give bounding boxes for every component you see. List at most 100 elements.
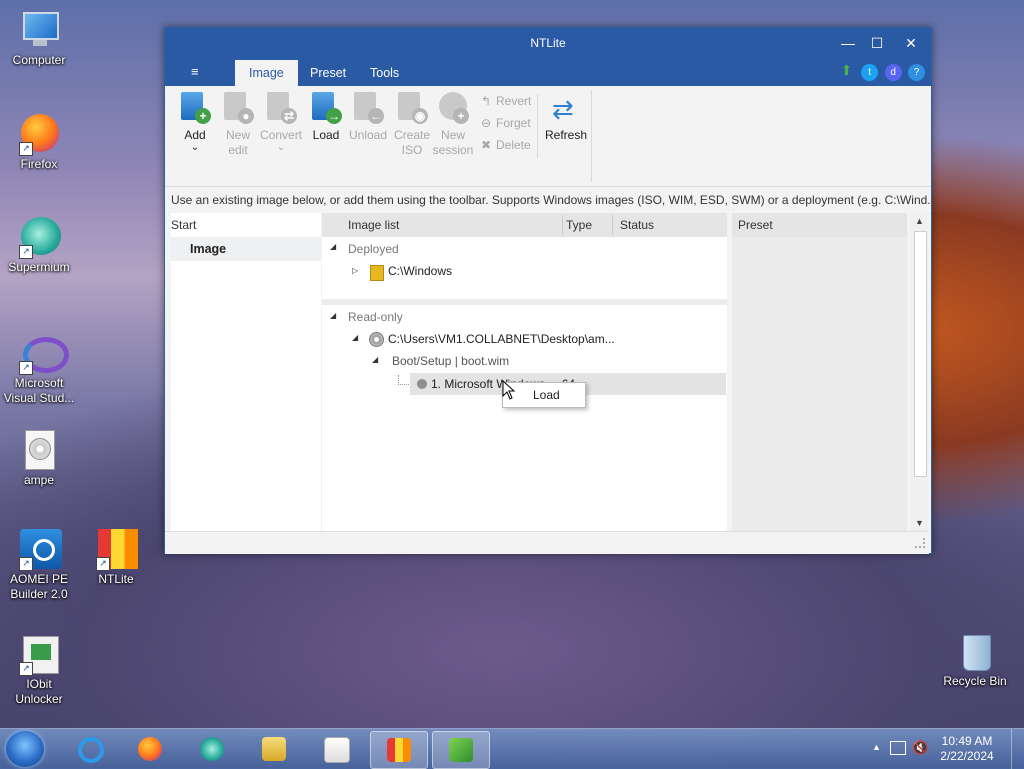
new-edit-icon: ● [222, 92, 254, 124]
unload-label: Unload [348, 128, 388, 142]
start-button[interactable] [6, 731, 44, 767]
desktop-icon-label: Supermium [8, 260, 70, 274]
desktop-icon-label: Recycle Bin [943, 674, 1007, 688]
supermium-icon [200, 737, 224, 761]
revert-button[interactable]: ↰ Revert [479, 94, 531, 108]
desktop-icon-recycle-bin[interactable]: Recycle Bin [937, 631, 1013, 689]
unload-button[interactable]: ← Unload [347, 92, 389, 143]
desktop-icon-firefox[interactable]: ↗ Firefox [1, 114, 77, 172]
collapse-triangle-icon[interactable]: ◢ [330, 311, 336, 320]
taskbar-app[interactable] [432, 731, 490, 769]
desktop-icon-supermium[interactable]: ↗ Supermium [1, 217, 77, 275]
taskbar-firefox[interactable] [122, 731, 178, 767]
desktop-icon-label: IObit Unlocker [15, 677, 63, 706]
resize-grip-icon[interactable] [915, 538, 925, 548]
left-nav-pane: Start Image [171, 213, 321, 531]
ribbon-separator [591, 90, 592, 182]
column-type[interactable]: Type [566, 213, 592, 237]
help-icon[interactable]: ? [908, 64, 925, 81]
taskbar-supermium[interactable] [184, 731, 240, 767]
shortcut-arrow-icon: ↗ [19, 245, 33, 259]
desktop-icon-computer[interactable]: Computer [1, 10, 77, 68]
left-pane-header: Start [171, 218, 197, 232]
add-button[interactable]: + Add ⌄ [174, 92, 216, 153]
twitter-icon[interactable]: t [861, 64, 879, 81]
boot-setup-item[interactable]: Boot/Setup | boot.wim [392, 351, 509, 371]
delete-icon: ✖ [480, 138, 492, 152]
nav-item-image[interactable]: Image [171, 237, 321, 261]
delete-button[interactable]: ✖ Delete [479, 138, 531, 152]
update-arrow-icon[interactable]: ⬆ [838, 62, 855, 79]
desktop-icon-label: Microsoft Visual Stud... [3, 376, 75, 405]
clock[interactable]: 10:49 AM 2/22/2024 [932, 734, 1002, 764]
deployed-item-windows[interactable]: C:\Windows [388, 261, 452, 281]
visual-studio-icon: ↗ [17, 333, 69, 375]
disc-icon [369, 332, 384, 347]
clock-date: 2/22/2024 [940, 749, 994, 763]
tray-expand-icon[interactable]: ▲ [872, 742, 881, 752]
desktop-icon-aomei[interactable]: ↗ AOMEI PE Builder 2.0 [1, 529, 77, 602]
network-icon[interactable] [890, 741, 906, 755]
new-session-button[interactable]: + New session [432, 92, 474, 158]
column-image-list[interactable]: Image list [348, 213, 399, 237]
new-session-label-2: session [432, 143, 474, 157]
deployed-group: ◢ Deployed ▷ C:\Windows [322, 237, 727, 299]
desktop-icon-ntlite[interactable]: ↗ NTLite [78, 529, 154, 587]
scroll-down-icon[interactable]: ▼ [911, 515, 928, 531]
vertical-scrollbar[interactable]: ▲ ▼ [911, 213, 928, 531]
computer-icon [17, 10, 61, 50]
refresh-label: Refresh [544, 128, 588, 142]
tab-preset[interactable]: Preset [296, 60, 360, 86]
load-image-icon: → [310, 92, 342, 124]
collapse-triangle-icon[interactable]: ◢ [372, 355, 378, 364]
collapse-triangle-icon[interactable]: ◢ [352, 333, 358, 342]
tab-image[interactable]: Image [235, 60, 298, 86]
show-desktop-button[interactable] [1011, 729, 1024, 769]
refresh-button[interactable]: ⇄ Refresh [543, 92, 589, 143]
clock-time: 10:49 AM [941, 734, 993, 748]
folder-icon [262, 737, 286, 761]
add-button-label: Add [184, 128, 206, 142]
image-list-header: Image list Type Status [322, 213, 727, 237]
desktop-icon-visual-studio[interactable]: ↗ Microsoft Visual Stud... [1, 333, 77, 406]
ntlite-window: NTLite — ☐ ✕ ≡ Image Preset Tools ⬆ t d … [164, 27, 932, 554]
load-button[interactable]: → Load [305, 92, 347, 143]
readonly-image-path[interactable]: C:\Users\VM1.COLLABNET\Desktop\am... [388, 329, 615, 349]
forget-button[interactable]: ⊖ Forget [479, 116, 531, 130]
new-edit-button[interactable]: ● New edit [217, 92, 259, 158]
ntlite-icon: ↗ [94, 529, 138, 571]
title-bar[interactable]: NTLite — ☐ ✕ [165, 28, 931, 58]
column-status[interactable]: Status [620, 213, 654, 237]
maximize-button[interactable]: ☐ [862, 32, 892, 54]
create-iso-button[interactable]: ◉ Create ISO [391, 92, 433, 158]
scroll-thumb[interactable] [914, 231, 927, 477]
discord-icon[interactable]: d [884, 64, 902, 81]
disc-file-icon [17, 430, 61, 470]
minimize-button[interactable]: — [833, 32, 863, 54]
taskbar-explorer[interactable] [246, 731, 302, 767]
convert-button[interactable]: ⇄ Convert ⌄ [260, 92, 302, 153]
scroll-up-icon[interactable]: ▲ [911, 213, 928, 229]
taskbar-media-player[interactable] [308, 731, 364, 767]
desktop-icon-ampe[interactable]: ampe [1, 430, 77, 488]
volume-muted-icon[interactable]: 🔇 [912, 740, 928, 756]
folder-icon [370, 265, 384, 281]
hamburger-menu-icon[interactable]: ≡ [191, 64, 199, 79]
close-button[interactable]: ✕ [896, 32, 926, 54]
convert-dropdown-icon: ⌄ [276, 142, 286, 153]
desktop-icon-label: AOMEI PE Builder 2.0 [9, 572, 68, 601]
info-bar: Use an existing image below, or add them… [165, 187, 931, 214]
create-iso-label-1: Create [393, 128, 431, 142]
expand-triangle-icon[interactable]: ▷ [352, 266, 358, 275]
shortcut-arrow-icon: ↗ [19, 361, 33, 375]
firefox-icon: ↗ [17, 114, 61, 156]
desktop-icon-iobit-unlocker[interactable]: ↗ IObit Unlocker [1, 634, 77, 707]
refresh-icon: ⇄ [552, 94, 574, 124]
taskbar-ie[interactable] [62, 731, 118, 767]
column-preset[interactable]: Preset [738, 213, 773, 237]
readonly-group-label: Read-only [348, 310, 403, 324]
desktop-icon-label: Computer [12, 53, 66, 67]
tab-tools[interactable]: Tools [356, 60, 413, 86]
taskbar-ntlite[interactable] [370, 731, 428, 769]
collapse-triangle-icon[interactable]: ◢ [330, 242, 336, 251]
